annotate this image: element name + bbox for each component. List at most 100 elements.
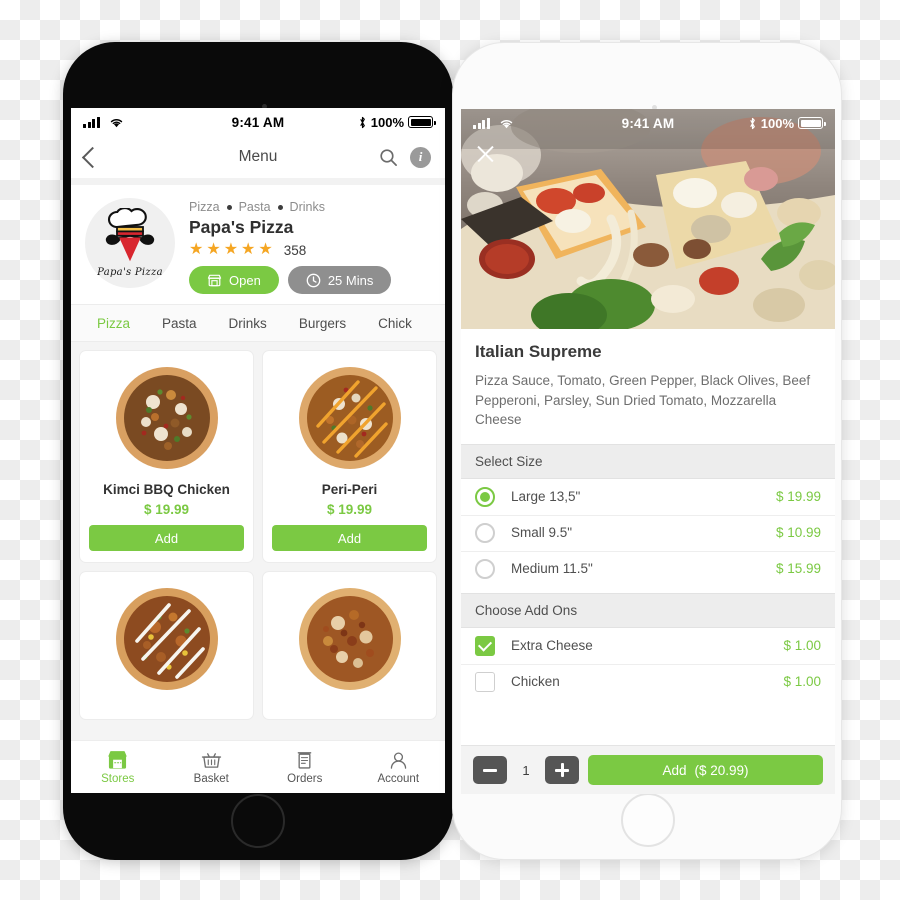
minus-icon [483,768,497,772]
store-category-label: Drinks [289,200,325,214]
status-bar: 9:41 AM 100% [461,109,835,137]
addon-option-chicken[interactable]: Chicken $ 1.00 [461,663,835,700]
status-bar-right: 100% [748,115,826,131]
status-bar: 9:41 AM 100% [71,108,445,136]
size-option-label: Large 13,5" [511,489,581,505]
addon-option-label: Extra Cheese [511,638,593,654]
add-to-cart-button[interactable]: Add ($ 20.99) [588,755,823,785]
open-status-label: Open [229,272,261,288]
radio-unselected-icon[interactable] [475,558,495,579]
clock-icon [306,273,321,287]
add-button[interactable]: Add [89,525,244,551]
store-logo: Papa's Pizza [85,198,175,288]
tab-pizza[interactable]: Pizza [81,316,146,331]
bottom-nav-item-stores[interactable]: Stores [71,750,165,785]
storefront-icon [207,274,222,286]
store-status-pills: Open 25 Mins [189,266,431,294]
quantity-increment-button[interactable] [545,756,579,784]
battery-percent-label: 100% [370,114,404,130]
dish-card[interactable] [262,571,437,720]
search-icon[interactable] [379,148,398,167]
bottom-nav-item-orders[interactable]: Orders [258,750,352,785]
store-info: Pizza Pasta Drinks Papa's Pizza ★ ★ ★ ★ … [189,198,431,294]
divider [71,178,445,185]
category-tab-bar: Pizza Pasta Drinks Burgers Chick [71,304,445,342]
nav-actions: i [379,146,431,168]
select-size-heading: Select Size [461,443,835,479]
size-option-large[interactable]: Large 13,5" $ 19.99 [461,478,835,515]
dish-card[interactable]: Peri-Peri $ 19.99 Add [262,350,437,563]
bluetooth-icon [359,116,365,128]
dish-card[interactable]: Kimci BBQ Chicken $ 19.99 Add [79,350,254,563]
size-option-small[interactable]: Small 9.5" $ 10.99 [461,514,835,551]
delivery-time-badge[interactable]: 25 Mins [287,266,392,294]
star-icon: ★ [189,241,204,258]
quantity-value: 1 [522,762,530,778]
store-category-label: Pizza [189,200,220,214]
add-to-cart-total: ($ 20.99) [694,762,749,778]
status-bar-right: 100% [358,114,436,130]
checkbox-unchecked-icon[interactable] [475,671,495,692]
plus-icon-vertical [560,763,564,777]
store-header: Papa's Pizza Pizza Pasta Drinks Papa's P… [71,185,445,304]
navigation-bar: Menu i [71,136,445,178]
store-icon [108,750,127,769]
battery-full-icon [798,117,826,129]
store-logo-wordmark: Papa's Pizza [97,267,163,278]
battery-full-icon [408,116,436,128]
item-description: Pizza Sauce, Tomato, Green Pepper, Black… [475,373,811,428]
home-button[interactable] [621,793,675,847]
radio-unselected-icon[interactable] [475,522,495,543]
cart-action-bar: 1 Add ($ 20.99) [461,745,835,794]
quantity-decrement-button[interactable] [473,756,507,784]
tab-pasta[interactable]: Pasta [146,316,213,331]
delivery-time-label: 25 Mins [327,272,374,288]
dish-name: Peri-Peri [321,482,378,497]
bottom-nav-item-basket[interactable]: Basket [165,750,259,785]
add-to-cart-label: Add [662,762,687,778]
chef-hat-mustache-logo-icon [105,208,155,262]
dish-image [111,583,223,695]
size-option-price: $ 15.99 [775,561,821,577]
addon-option-price: $ 1.00 [783,674,821,690]
right-phone-screen: 9:41 AM 100% Italian Supreme Pizza Sauce… [461,109,835,794]
addon-option-extra-cheese[interactable]: Extra Cheese $ 1.00 [461,627,835,664]
phone-left-device: 9:41 AM 100% Menu i Papa's Pizza Pizza P… [63,42,453,860]
bottom-nav-item-account[interactable]: Account [352,750,446,785]
dish-price: $ 19.99 [326,502,373,517]
bottom-nav-label: Basket [193,772,229,785]
radio-selected-icon[interactable] [475,486,495,507]
dish-name: Kimci BBQ Chicken [103,482,230,497]
size-option-medium[interactable]: Medium 11.5" $ 15.99 [461,550,835,587]
tab-drinks[interactable]: Drinks [213,316,283,331]
rating-row: ★ ★ ★ ★ ★ 358 [189,242,431,258]
size-option-price: $ 19.99 [775,489,821,505]
bottom-nav-label: Stores [101,772,135,785]
add-button[interactable]: Add [272,525,427,551]
dish-card[interactable] [79,571,254,720]
italian-supreme-pizza-photo [461,109,835,329]
basket-icon [201,752,221,768]
hero-image: 9:41 AM 100% [461,109,835,329]
store-category-label: Pasta [238,200,271,214]
tab-burgers[interactable]: Burgers [283,316,362,331]
star-icon: ★ [258,241,273,258]
home-button[interactable] [231,794,285,848]
checkbox-checked-icon[interactable] [475,635,495,656]
rating-count: 358 [283,242,307,258]
bluetooth-icon [749,117,755,129]
bottom-nav-label: Account [377,772,420,785]
battery-percent-label: 100% [760,115,794,131]
info-icon[interactable]: i [410,146,431,168]
star-icon: ★ [241,241,256,258]
addon-option-label: Chicken [511,674,560,690]
close-icon[interactable] [475,143,496,164]
phone-right-device: 9:41 AM 100% Italian Supreme Pizza Sauce… [452,42,842,860]
item-title: Italian Supreme [475,342,602,361]
dish-image [111,362,223,474]
person-icon [390,751,406,769]
open-status-badge[interactable]: Open [189,266,279,294]
item-detail-header: Italian Supreme Pizza Sauce, Tomato, Gre… [461,329,835,444]
info-glyph: i [418,149,423,164]
tab-chicken[interactable]: Chick [362,316,428,331]
